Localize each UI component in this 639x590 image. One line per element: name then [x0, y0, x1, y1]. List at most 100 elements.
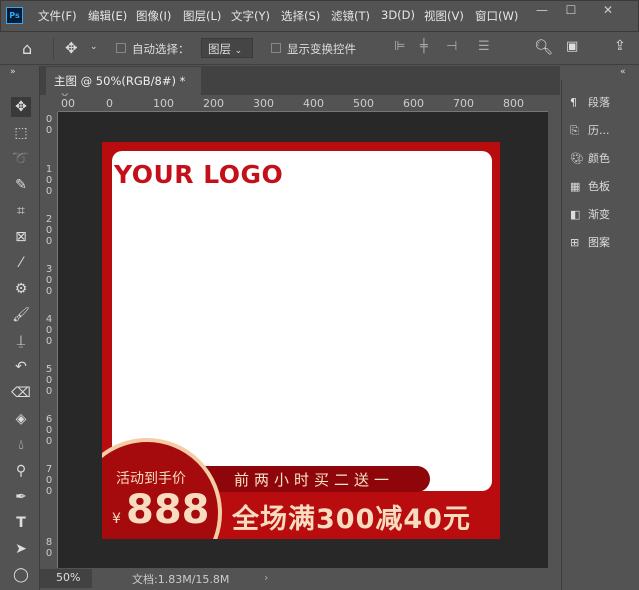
menu-window[interactable]: 窗口(W): [475, 8, 518, 24]
ruler-label: 0 0: [45, 114, 53, 136]
photoshop-logo-icon: Ps: [6, 7, 23, 24]
search-icon[interactable]: 🔍︎: [534, 38, 553, 56]
panel-label: 渐变: [588, 208, 610, 221]
maximize-button[interactable]: ☐: [557, 3, 585, 17]
price-label: 活动到手价: [116, 471, 186, 487]
panel-label: 段落: [588, 96, 610, 109]
ruler-label: 0: [106, 97, 113, 110]
menu-filter[interactable]: 滤镜(T): [331, 8, 370, 24]
currency-symbol: ¥: [112, 511, 121, 527]
eraser-tool-icon[interactable]: ⌫: [11, 383, 31, 403]
show-transform-label: 显示变换控件: [287, 42, 356, 56]
path-select-icon[interactable]: ➤: [11, 539, 31, 559]
gradient-icon: ◧: [570, 208, 581, 221]
minimize-button[interactable]: —: [528, 3, 556, 17]
paragraph-icon: ¶: [570, 96, 577, 109]
dodge-tool-icon[interactable]: ⚲: [11, 461, 31, 481]
panel-label: 历...: [588, 124, 610, 137]
history-brush-icon[interactable]: ↶: [11, 357, 31, 377]
healing-brush-icon[interactable]: ⚙: [11, 279, 31, 299]
menu-file[interactable]: 文件(F): [38, 8, 77, 24]
chevron-down-icon: ⌄: [234, 46, 243, 56]
paint-bucket-icon[interactable]: ◈: [11, 409, 31, 429]
align-right-icon[interactable]: ⊣: [446, 39, 457, 54]
ruler-label: 5 0 0: [45, 364, 53, 397]
ruler-label: 800: [503, 97, 524, 110]
blur-tool-icon[interactable]: 💧︎: [11, 435, 31, 455]
dropdown-value: 图层: [208, 42, 231, 56]
eyedropper-tool-icon[interactable]: ⁄: [11, 253, 31, 273]
menu-type[interactable]: 文字(Y): [231, 8, 270, 24]
color-icon: 🎨︎: [570, 152, 584, 165]
history-icon: ⎘: [570, 124, 579, 137]
lasso-tool-icon[interactable]: ➰: [11, 149, 31, 169]
panel-label: 颜色: [588, 152, 610, 165]
panel-label: 色板: [588, 180, 610, 193]
stamp-tool-icon[interactable]: ⍊: [11, 331, 31, 351]
frame-tool-icon[interactable]: ⊠: [11, 227, 31, 247]
ruler-label: 1 0 0: [45, 164, 53, 197]
panel-swatches[interactable]: ▦ 色板: [570, 178, 610, 194]
home-icon[interactable]: ⌂: [22, 39, 32, 58]
ruler-label: 00: [61, 97, 75, 110]
menu-3d[interactable]: 3D(D): [381, 8, 415, 22]
menu-image[interactable]: 图像(I): [136, 8, 171, 24]
ruler-label: 600: [403, 97, 424, 110]
collapse-panels-icon[interactable]: «: [620, 67, 626, 77]
ruler-label: 7 0 0: [45, 464, 53, 497]
ruler-label: 700: [453, 97, 474, 110]
ruler-label: 6 0 0: [45, 414, 53, 447]
crop-tool-icon[interactable]: ⌗: [11, 201, 31, 221]
align-left-icon[interactable]: ⊫: [394, 39, 405, 54]
product-image-area: [112, 151, 492, 491]
auto-select-checkbox[interactable]: [116, 43, 126, 53]
status-menu-arrow[interactable]: ›: [264, 571, 268, 584]
auto-select-dropdown[interactable]: 图层 ⌄: [201, 38, 253, 58]
banner-text: 前两小时买二送一: [234, 471, 395, 489]
pattern-icon: ⊞: [570, 236, 580, 249]
logo-text: YOUR LOGO: [114, 160, 284, 189]
ruler-label: 500: [353, 97, 374, 110]
zoom-level[interactable]: 50%: [40, 569, 92, 588]
panel-pattern[interactable]: ⊞ 图案: [570, 234, 610, 250]
ellipse-tool-icon[interactable]: ◯: [11, 565, 31, 585]
ruler-label: 200: [203, 97, 224, 110]
ruler-label: 400: [303, 97, 324, 110]
ruler-label: 3 0 0: [45, 264, 53, 297]
show-transform-checkbox[interactable]: [271, 43, 281, 53]
tab-title: 主图 @ 50%(RGB/8#) *: [54, 74, 186, 88]
close-button[interactable]: ✕: [594, 3, 622, 17]
promo-text: 全场满300减40元: [232, 504, 471, 535]
ruler-label: 2 0 0: [45, 214, 53, 247]
menu-layer[interactable]: 图层(L): [183, 8, 221, 24]
share-icon[interactable]: ⇪: [614, 38, 626, 54]
chevron-down-icon[interactable]: ⌄: [90, 42, 98, 52]
price-value: 888: [126, 487, 210, 533]
collapse-icon[interactable]: »: [10, 67, 16, 77]
menu-select[interactable]: 选择(S): [281, 8, 320, 24]
quick-select-tool-icon[interactable]: ✎: [11, 175, 31, 195]
ruler-label: 100: [153, 97, 174, 110]
document-canvas[interactable]: YOUR LOGO 前两小时买二送一 全场满300减40元 活动到手价 ¥ 88…: [102, 142, 500, 539]
move-tool-icon[interactable]: ✥: [65, 39, 78, 57]
pen-tool-icon[interactable]: ✒: [11, 487, 31, 507]
horizontal-ruler[interactable]: 00 0 100 200 300 400 500 600 700 800: [58, 96, 548, 112]
marquee-tool-icon[interactable]: ⬚: [11, 123, 31, 143]
workspace-icon[interactable]: ▣: [566, 39, 578, 54]
panel-gradient[interactable]: ◧ 渐变: [570, 206, 610, 222]
panel-paragraph[interactable]: ¶ 段落: [570, 94, 610, 110]
menu-edit[interactable]: 编辑(E): [88, 8, 127, 24]
align-center-icon[interactable]: ╪: [420, 39, 428, 54]
distribute-icon[interactable]: ☰: [478, 39, 490, 54]
panel-history[interactable]: ⎘ 历...: [570, 122, 610, 138]
ruler-label: 4 0 0: [45, 314, 53, 347]
menu-view[interactable]: 视图(V): [424, 8, 464, 24]
move-tool-icon[interactable]: ✥: [11, 97, 31, 117]
document-tab[interactable]: 主图 @ 50%(RGB/8#) * ×: [46, 67, 201, 103]
type-tool-icon[interactable]: T: [11, 513, 31, 533]
auto-select-label: 自动选择：: [132, 42, 190, 56]
vertical-ruler[interactable]: 0 0 1 0 0 2 0 0 3 0 0 4 0 0 5 0 0 6 0 0 …: [42, 112, 58, 568]
brush-tool-icon[interactable]: 🖌︎: [11, 305, 31, 325]
panel-color[interactable]: 🎨︎ 颜色: [570, 150, 610, 166]
ruler-label: 8 0: [45, 537, 53, 559]
